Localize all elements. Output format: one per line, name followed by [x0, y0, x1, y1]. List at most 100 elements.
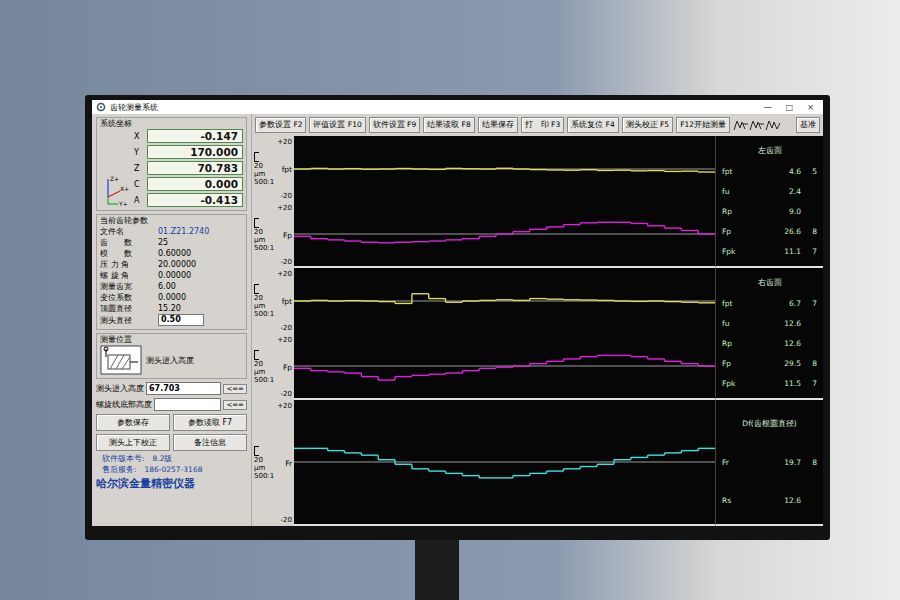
data-step-connector	[394, 168, 395, 170]
toolbar-button[interactable]: 参数设置 F2	[255, 117, 306, 133]
data-step-connector	[546, 227, 547, 229]
fetch-button[interactable]: <==	[223, 384, 247, 394]
data-step	[479, 477, 496, 478]
footer-line: 售后服务:186-0257-3168	[96, 465, 247, 475]
data-step-connector	[479, 476, 480, 478]
panel-button[interactable]: 测头上下校正	[96, 434, 170, 451]
data-step-connector	[580, 223, 581, 225]
toolbar-button[interactable]: 系统复位 F4	[567, 117, 618, 133]
data-step	[513, 168, 530, 169]
stats-title: 左齿面	[722, 146, 817, 156]
fetch-button[interactable]: <==	[223, 400, 247, 410]
toolbar-button[interactable]: 结果保存	[478, 117, 518, 133]
data-step-connector	[596, 169, 597, 171]
data-step-connector	[647, 455, 648, 457]
chart: 20μm500:1+20Fp-20	[252, 334, 715, 400]
window-control[interactable]: —	[759, 103, 777, 112]
data-step	[664, 361, 681, 362]
reference-button[interactable]: 基准	[796, 117, 820, 133]
measurement-area: 参数设置 F2评值设置 F10软件设置 F9结果读取 F8结果保存打 印 F3系…	[252, 114, 823, 526]
data-step	[547, 361, 564, 362]
tick-label: -20	[281, 258, 292, 266]
data-step	[547, 298, 564, 299]
toolbar-button[interactable]: 评值设置 F10	[309, 117, 365, 133]
chart: 20μm500:1+20fpt-20	[252, 268, 715, 334]
data-step-connector	[512, 476, 513, 478]
data-step-connector	[596, 299, 597, 301]
data-step	[446, 239, 463, 240]
series-name: Fp	[283, 363, 292, 372]
data-step-connector	[529, 299, 530, 301]
group-title: 测量位置	[100, 335, 243, 345]
data-step	[395, 168, 412, 169]
data-step-connector	[428, 168, 429, 170]
data-step	[631, 223, 648, 224]
window-title: 齿轮测量系统	[110, 102, 158, 113]
data-step-connector	[647, 170, 648, 172]
data-step-connector	[479, 368, 480, 370]
data-step	[648, 358, 665, 359]
data-step	[446, 302, 463, 303]
window-control[interactable]: □	[781, 103, 799, 112]
data-step	[530, 473, 547, 474]
toolbar-button[interactable]: 软件设置 F9	[369, 117, 420, 133]
toolbar-button[interactable]: F12开始测量	[676, 117, 730, 133]
data-step-connector	[529, 364, 530, 366]
param-row: 变位系数0.0000	[100, 292, 243, 303]
param-row: 齿 数25	[100, 237, 243, 248]
window-control[interactable]: ×	[802, 103, 819, 112]
panel-button[interactable]: 参数保存	[96, 414, 170, 431]
chart-axis-labels: 20μm500:1+20fpt-20	[252, 136, 294, 202]
data-step-connector	[512, 232, 513, 234]
data-step-connector	[613, 170, 614, 172]
data-step	[294, 236, 311, 237]
param-row: 压 力 角20.00000	[100, 259, 243, 270]
toolbar-button[interactable]: 打 印 F3	[521, 117, 564, 133]
param-row: 螺 旋 角0.00000	[100, 270, 243, 281]
data-step	[378, 301, 395, 302]
data-step-connector	[546, 471, 547, 473]
plot	[294, 268, 715, 334]
data-step-connector	[394, 242, 395, 244]
probe-diagram-icon	[100, 345, 142, 375]
plot-area	[294, 400, 715, 526]
data-step	[681, 302, 698, 303]
footer-line: 软件版本号:8.2版	[96, 454, 247, 464]
data-step	[496, 477, 513, 478]
chart: 20μm500:1+20Fr-20	[252, 400, 715, 526]
tick-label: -20	[281, 192, 292, 200]
data-step	[563, 358, 580, 359]
chart-section: 20μm500:1+20Fr-20Df(齿根圆直径)Fr19.78Rs12.6	[252, 400, 823, 526]
data-step-connector	[411, 375, 412, 376]
brand: 哈尔滨金量精密仪器	[96, 476, 247, 491]
data-step-connector	[344, 451, 345, 453]
data-step-connector	[664, 170, 665, 172]
param-field[interactable]: 0.50	[158, 314, 204, 326]
data-step-connector	[664, 453, 665, 455]
data-step	[412, 293, 429, 294]
data-step	[631, 457, 648, 458]
data-step	[361, 242, 378, 243]
data-step-connector	[546, 298, 547, 300]
param-row: 测头直径0.50	[100, 314, 243, 326]
height-input[interactable]	[154, 398, 221, 411]
panel-button[interactable]: 备注信息	[173, 434, 247, 451]
gear-params-group: 当前齿轮参数文件名01.Z21.2740齿 数25模 数0.60000压 力 角…	[96, 214, 247, 330]
data-step	[547, 470, 564, 471]
chart: 20μm500:1+20fpt-20	[252, 136, 715, 202]
data-step-connector	[681, 170, 682, 172]
data-step	[496, 168, 513, 169]
panel-button[interactable]: 参数读取 F7	[173, 414, 247, 431]
plot-area	[294, 334, 715, 400]
toolbar-button[interactable]: 测头校正 F5	[622, 117, 673, 133]
plot-area	[294, 268, 715, 334]
toolbar-button[interactable]: 结果读取 F8	[423, 117, 474, 133]
data-step	[429, 240, 446, 241]
data-step-connector	[327, 448, 328, 450]
height-input[interactable]: 67.703	[146, 382, 221, 395]
data-step-connector	[681, 228, 682, 230]
param-row: 文件名01.Z21.2740	[100, 226, 243, 237]
data-step-connector	[697, 170, 698, 172]
data-step-connector	[546, 361, 547, 363]
data-step	[395, 303, 412, 304]
